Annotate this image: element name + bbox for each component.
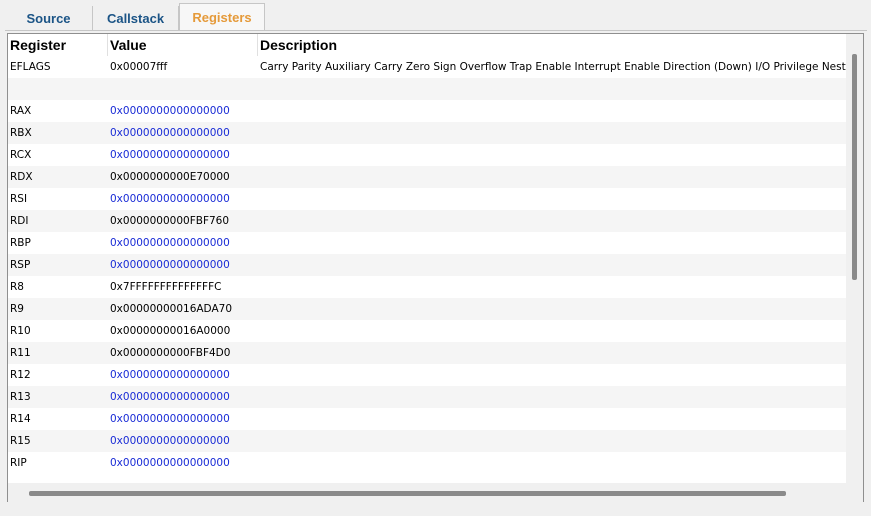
column-header-register[interactable]: Register xyxy=(8,34,108,56)
table-row[interactable]: R12 0x0000000000000000 xyxy=(8,364,846,386)
vertical-scroll-thumb[interactable] xyxy=(852,54,857,280)
register-value: 0x0000000000000000 xyxy=(110,149,230,161)
table-row[interactable] xyxy=(8,78,846,100)
table-row[interactable]: R8 0x7FFFFFFFFFFFFFFC xyxy=(8,276,846,298)
table-row[interactable]: RIP 0x0000000000000000 xyxy=(8,452,846,474)
register-description xyxy=(260,144,846,166)
register-description xyxy=(260,122,846,144)
register-value: 0x0000000000FBF4D0 xyxy=(110,347,231,359)
register-value: 0x0000000000000000 xyxy=(110,127,230,139)
register-name: RDI xyxy=(10,215,29,227)
table-row[interactable]: RBP 0x0000000000000000 xyxy=(8,232,846,254)
table-row[interactable]: R9 0x00000000016ADA70 xyxy=(8,298,846,320)
column-header-description[interactable]: Description xyxy=(258,34,846,56)
column-header-value[interactable]: Value xyxy=(108,34,258,56)
tab-bar: Source Callstack Registers xyxy=(0,0,871,31)
register-name: R8 xyxy=(10,281,24,293)
register-name: RBP xyxy=(10,237,31,249)
register-description xyxy=(260,320,846,342)
register-name: R9 xyxy=(10,303,24,315)
register-value: 0x0000000000E70000 xyxy=(110,171,230,183)
register-name: RAX xyxy=(10,105,32,117)
register-value: 0x0000000000000000 xyxy=(110,237,230,249)
register-description xyxy=(260,100,846,122)
register-value: 0x0000000000000000 xyxy=(110,391,230,403)
register-value: 0x0000000000000000 xyxy=(110,105,230,117)
table-row[interactable]: RCX 0x0000000000000000 xyxy=(8,144,846,166)
table-row[interactable]: RSP 0x0000000000000000 xyxy=(8,254,846,276)
register-name: RSP xyxy=(10,259,31,271)
register-value: 0x0000000000000000 xyxy=(110,413,230,425)
register-description xyxy=(260,408,846,430)
table-row[interactable]: RBX 0x0000000000000000 xyxy=(8,122,846,144)
table-row[interactable]: R10 0x00000000016A0000 xyxy=(8,320,846,342)
tab-callstack[interactable]: Callstack xyxy=(93,6,179,30)
table-row[interactable]: R15 0x0000000000000000 xyxy=(8,430,846,452)
register-name: RDX xyxy=(10,171,33,183)
register-value: 0x7FFFFFFFFFFFFFFC xyxy=(110,281,222,293)
register-description xyxy=(260,430,846,452)
table-row[interactable]: RAX 0x0000000000000000 xyxy=(8,100,846,122)
register-description xyxy=(260,188,846,210)
register-description xyxy=(260,364,846,386)
register-description xyxy=(260,166,846,188)
register-value: 0x00007fff xyxy=(110,61,168,73)
register-name xyxy=(10,78,106,100)
register-description xyxy=(260,254,846,276)
table-row[interactable]: RSI 0x0000000000000000 xyxy=(8,188,846,210)
register-value: 0x0000000000FBF760 xyxy=(110,215,230,227)
register-name: RSI xyxy=(10,193,28,205)
register-description xyxy=(260,452,846,474)
horizontal-scroll-thumb[interactable] xyxy=(29,491,786,496)
register-description xyxy=(260,232,846,254)
register-value: 0x0000000000000000 xyxy=(110,457,230,469)
register-value: 0x0000000000000000 xyxy=(110,259,230,271)
register-name: R10 xyxy=(10,325,31,337)
register-name: RIP xyxy=(10,457,27,469)
register-description xyxy=(260,78,846,100)
register-value: 0x00000000016ADA70 xyxy=(110,303,233,315)
register-description: Carry Parity Auxiliary Carry Zero Sign O… xyxy=(260,61,846,73)
table-row[interactable]: R13 0x0000000000000000 xyxy=(8,386,846,408)
register-name: RBX xyxy=(10,127,32,139)
registers-panel: Register Value Description EFLAGS 0x00007… xyxy=(7,33,864,503)
register-value: 0x00000000016A0000 xyxy=(110,325,231,337)
table-row[interactable]: RDX 0x0000000000E70000 xyxy=(8,166,846,188)
register-value: 0x0000000000000000 xyxy=(110,193,230,205)
table-row[interactable]: RDI 0x0000000000FBF760 xyxy=(8,210,846,232)
tab-divider xyxy=(5,30,867,31)
register-name: RCX xyxy=(10,149,32,161)
register-value: 0x0000000000000000 xyxy=(110,369,230,381)
register-description xyxy=(260,276,846,298)
table-row[interactable]: R14 0x0000000000000000 xyxy=(8,408,846,430)
register-name: R15 xyxy=(10,435,31,447)
tab-registers[interactable]: Registers xyxy=(179,3,265,31)
table-row[interactable]: EFLAGS 0x00007fff Carry Parity Auxiliary C… xyxy=(8,56,846,78)
register-name: R13 xyxy=(10,391,31,403)
register-description xyxy=(260,386,846,408)
table-header: Register Value Description xyxy=(8,34,846,56)
register-name: R12 xyxy=(10,369,31,381)
register-value xyxy=(110,78,258,100)
register-name: EFLAGS xyxy=(10,61,51,73)
register-description xyxy=(260,342,846,364)
vertical-scrollbar[interactable] xyxy=(846,34,863,503)
register-name: R11 xyxy=(10,347,31,359)
register-value: 0x0000000000000000 xyxy=(110,435,230,447)
registers-table-body: EFLAGS 0x00007fff Carry Parity Auxiliary C… xyxy=(8,56,846,474)
table-row[interactable]: R11 0x0000000000FBF4D0 xyxy=(8,342,846,364)
tab-source[interactable]: Source xyxy=(5,6,93,30)
horizontal-scrollbar[interactable] xyxy=(8,483,846,503)
register-description xyxy=(260,210,846,232)
register-name: R14 xyxy=(10,413,31,425)
register-description xyxy=(260,298,846,320)
scrollbar-corner xyxy=(846,483,863,503)
